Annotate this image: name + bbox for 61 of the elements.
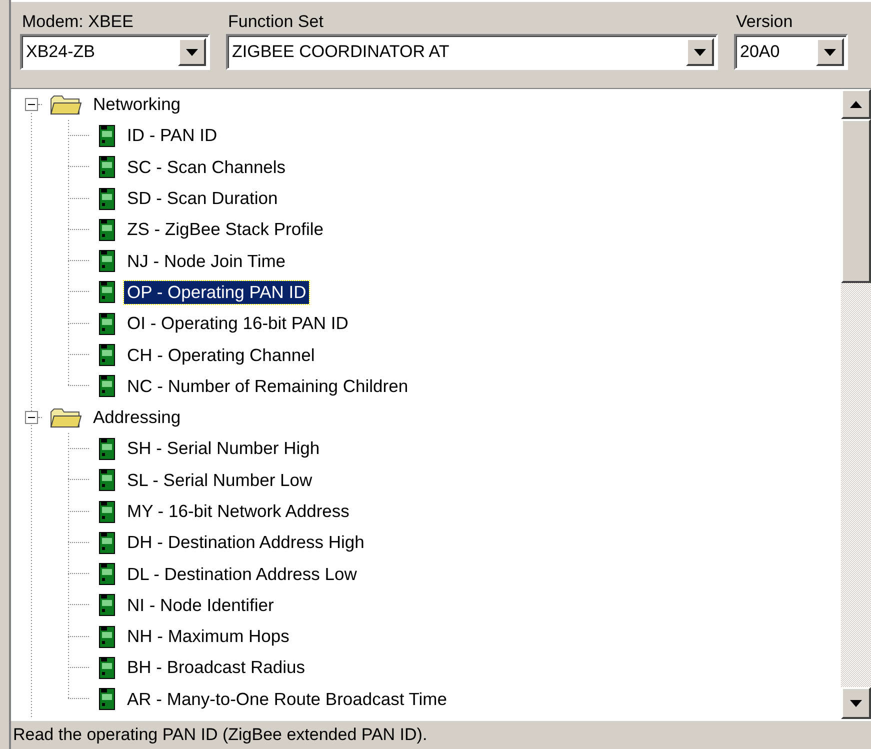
dropdown-button[interactable]	[816, 38, 844, 66]
device-icon	[99, 438, 115, 460]
device-icon	[99, 156, 115, 178]
dropdown-button[interactable]	[686, 38, 714, 66]
tree-item[interactable]: OI - Operating 16-bit PAN ID	[124, 312, 352, 336]
device-icon	[99, 500, 115, 522]
scrollbar[interactable]	[841, 89, 871, 719]
selector-label: Modem: XBEE	[21, 11, 134, 33]
collapse-toggle[interactable]	[25, 98, 38, 112]
dropdown-button[interactable]	[178, 38, 206, 66]
tree-item[interactable]: NI - Node Identifier	[124, 594, 277, 617]
device-icon	[99, 563, 115, 586]
dropdown[interactable]: 20A0	[734, 34, 848, 70]
scroll-down-button[interactable]	[841, 687, 871, 719]
device-icon	[99, 469, 115, 492]
status-text: Read the operating PAN ID (ZigBee extended PAN ID).	[13, 725, 428, 745]
tree-item[interactable]: NC - Number of Remaining Children	[124, 374, 412, 398]
tree-item[interactable]: AR - Many-to-One Route Broadcast Time	[124, 688, 450, 711]
tree-folder[interactable]: Networking	[90, 93, 184, 116]
device-icon	[99, 532, 115, 554]
device-icon	[99, 218, 115, 241]
folder-icon	[50, 94, 82, 115]
device-icon	[99, 250, 115, 272]
down-arrow-icon	[824, 48, 836, 56]
down-arrow-icon	[186, 48, 198, 56]
scroll-up-button[interactable]	[841, 89, 871, 119]
tree-item[interactable]: BH - Broadcast Radius	[124, 656, 308, 680]
selector-label: Version	[735, 11, 794, 33]
tree-item[interactable]: OP - Operating PAN ID	[124, 280, 310, 304]
tree-item[interactable]: SH - Serial Number High	[124, 437, 323, 460]
selector-label: Function Set	[227, 11, 324, 33]
tree-folder[interactable]: Addressing	[90, 406, 184, 430]
device-icon	[99, 594, 115, 616]
tree-item[interactable]: SD - Scan Duration	[124, 187, 281, 210]
tree-item[interactable]: SL - Serial Number Low	[124, 468, 316, 492]
tree-item[interactable]: DL - Destination Address Low	[124, 562, 360, 586]
device-icon	[99, 375, 115, 398]
tree-item[interactable]: SC - Scan Channels	[124, 156, 289, 179]
folder-icon	[50, 408, 82, 428]
tree-item[interactable]: NH - Maximum Hops	[124, 625, 292, 648]
collapse-toggle[interactable]	[25, 411, 38, 424]
down-arrow-icon	[694, 48, 706, 56]
tree-item[interactable]: NJ - Node Join Time	[124, 250, 289, 273]
tree-item[interactable]: ID - PAN ID	[124, 124, 220, 148]
tree-item[interactable]: DH - Destination Address High	[124, 531, 368, 554]
device-icon	[99, 344, 115, 366]
tree-item[interactable]: MY - 16-bit Network Address	[124, 500, 352, 523]
dropdown[interactable]: XB24-ZB	[20, 34, 210, 70]
device-icon	[99, 688, 115, 710]
device-icon	[99, 626, 115, 648]
device-icon	[99, 281, 115, 304]
up-arrow-icon	[850, 100, 862, 108]
device-icon	[99, 188, 115, 210]
dropdown[interactable]: ZIGBEE COORDINATOR AT	[226, 34, 718, 70]
down-arrow-icon	[850, 700, 862, 706]
tree-item[interactable]: ZS - ZigBee Stack Profile	[124, 218, 326, 242]
scroll-thumb[interactable]	[841, 119, 871, 283]
tree-item[interactable]: CH - Operating Channel	[124, 344, 318, 367]
device-icon	[99, 124, 115, 147]
device-icon	[99, 312, 115, 335]
device-icon	[99, 656, 115, 679]
